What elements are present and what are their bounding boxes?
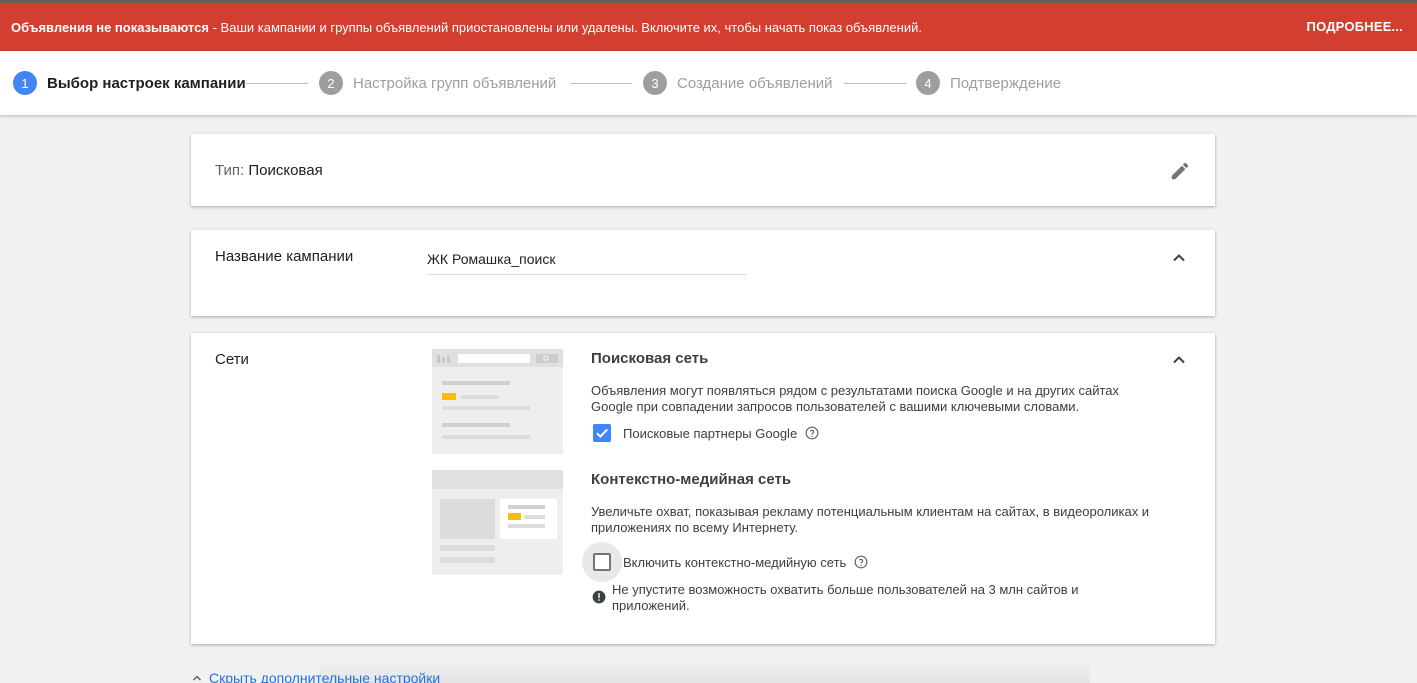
search-network-title: Поисковая сеть xyxy=(591,350,709,367)
banner-message: Объявления не показываются - Ваши кампан… xyxy=(11,20,922,35)
search-partners-label: Поисковые партнеры Google xyxy=(623,425,798,441)
banner-more-link[interactable]: ПОДРОБНЕЕ... xyxy=(1307,19,1403,34)
step-2[interactable]: 2 Настройка групп объявлений xyxy=(319,71,556,95)
step-number: 2 xyxy=(319,71,343,95)
hide-advanced-settings-label: Скрыть дополнительные настройки xyxy=(209,670,441,683)
display-network-checkbox-wrap xyxy=(582,542,622,582)
campaign-stepper: 1 Выбор настроек кампании 2 Настройка гр… xyxy=(0,51,1417,115)
campaign-type-card: Тип: Поисковая xyxy=(191,134,1215,206)
step-number: 3 xyxy=(643,71,667,95)
step-label: Выбор настроек кампании xyxy=(47,74,246,92)
step-label: Подтверждение xyxy=(950,74,1062,92)
step-connector xyxy=(246,83,308,84)
step-number: 4 xyxy=(916,71,940,95)
step-number: 1 xyxy=(13,71,37,95)
campaign-type: Тип: Поисковая xyxy=(215,162,323,179)
hide-advanced-settings-link[interactable]: Скрыть дополнительные настройки xyxy=(191,670,440,683)
chevron-up-icon[interactable] xyxy=(1167,348,1191,372)
display-network-checkbox[interactable] xyxy=(593,553,611,571)
help-circle-icon[interactable] xyxy=(854,555,868,569)
display-network-illustration xyxy=(432,470,563,575)
search-partners-checkbox[interactable] xyxy=(593,424,611,442)
checkmark-icon xyxy=(596,428,608,439)
edit-pencil-icon[interactable] xyxy=(1169,160,1191,182)
display-network-warning: Не упустите возможность охватить больше … xyxy=(592,582,1112,613)
banner-text: - Ваши кампании и группы объявлений прио… xyxy=(209,19,922,35)
step-label: Создание объявлений xyxy=(677,74,833,92)
networks-card: Сети Поисковая сеть Объявления могут поя… xyxy=(191,333,1215,644)
search-network-illustration xyxy=(432,349,563,454)
chevron-up-icon[interactable] xyxy=(1167,246,1191,270)
networks-title: Сети xyxy=(215,351,249,368)
step-3[interactable]: 3 Создание объявлений xyxy=(643,71,833,95)
campaign-name-title: Название кампании xyxy=(215,248,354,265)
step-1[interactable]: 1 Выбор настроек кампании xyxy=(13,71,246,95)
step-label: Настройка групп объявлений xyxy=(353,74,557,92)
display-network-label: Включить контекстно-медийную сеть xyxy=(623,554,847,570)
display-network-title: Контекстно-медийная сеть xyxy=(591,471,792,488)
type-label: Тип: xyxy=(215,162,245,179)
search-network-description: Объявления могут появляться рядом с резу… xyxy=(591,383,1120,414)
chevron-up-icon xyxy=(192,675,202,681)
search-partners-checkbox-wrap xyxy=(593,424,611,442)
display-network-description: Увеличьте охват, показывая рекламу потен… xyxy=(591,504,1150,535)
help-circle-icon[interactable] xyxy=(805,426,819,440)
search-partners-option: Поисковые партнеры Google xyxy=(593,423,819,443)
step-connector xyxy=(844,83,906,84)
type-value: Поисковая xyxy=(248,162,323,179)
banner-bold-text: Объявления не показываются xyxy=(11,19,209,35)
display-network-option: Включить контекстно-медийную сеть xyxy=(582,542,868,582)
campaign-name-input[interactable] xyxy=(427,248,747,275)
warning-text: Не упустите возможность охватить больше … xyxy=(612,582,1079,613)
campaign-name-card: Название кампании xyxy=(191,230,1215,316)
alert-banner: Объявления не показываются - Ваши кампан… xyxy=(0,3,1417,51)
step-connector xyxy=(570,83,632,84)
step-4[interactable]: 4 Подтверждение xyxy=(916,71,1061,95)
exclamation-circle-icon xyxy=(592,590,606,604)
